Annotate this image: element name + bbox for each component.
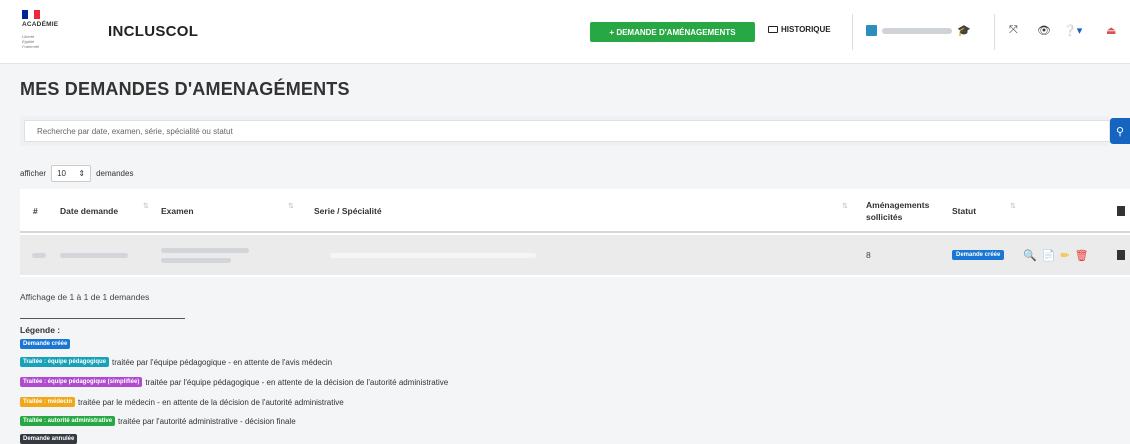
help-menu-icon[interactable]: ❔▾: [1063, 24, 1082, 37]
chevron-updown-icon: ⇕: [78, 169, 86, 178]
visibility-icon[interactable]: 👁: [1037, 24, 1051, 37]
export-icon[interactable]: [1117, 250, 1125, 260]
new-request-button[interactable]: + DEMANDE D'AMÉNAGEMENTS: [590, 22, 755, 42]
length-prefix: afficher: [20, 169, 47, 178]
history-label: HISTORIQUE: [781, 25, 831, 34]
status-badge: Demande créée: [952, 250, 1005, 260]
col-header-exam[interactable]: Examen: [161, 189, 194, 233]
row-date-redacted: [60, 235, 128, 275]
col-header-amenagements-line2: sollicités: [866, 212, 903, 222]
trash-icon[interactable]: 🗑: [1075, 249, 1089, 262]
pdf-icon[interactable]: 📄: [1042, 249, 1056, 262]
search-button[interactable]: ⚲: [1110, 118, 1130, 144]
legend-item: Traitée : médecin traitée par le médecin…: [20, 397, 344, 407]
legend-badge: Demande annulée: [20, 434, 78, 444]
french-flag-icon: [22, 10, 40, 19]
legend-text: traitée par le médecin - en attente de l…: [78, 397, 344, 407]
edit-pencil-icon[interactable]: ✏: [1060, 249, 1069, 262]
legend-divider: [20, 318, 185, 319]
user-menu[interactable]: 🎓: [866, 24, 971, 37]
graduation-cap-icon: 🎓: [957, 25, 971, 37]
sort-icon[interactable]: ⇅: [288, 202, 294, 210]
logo-text: ACADÉMIE: [22, 21, 59, 28]
legend-title: Légende :: [20, 325, 61, 335]
table-info: Affichage de 1 à 1 de 1 demandes: [20, 292, 150, 302]
page-title: MES DEMANDES D'AMENAGÉMENTS: [20, 79, 350, 99]
user-name-redacted: [882, 27, 952, 34]
requests-table: # Date demande ⇅ Examen ⇅ Serie / Spécia…: [20, 189, 1130, 277]
row-status: Demande créée: [952, 235, 1005, 275]
legend-badge: Traitée : autorité administrative: [20, 416, 116, 426]
col-header-serie[interactable]: Serie / Spécialité: [314, 189, 382, 233]
header-divider: [852, 14, 853, 50]
row-exam-redacted: [161, 235, 249, 275]
export-icon[interactable]: [1117, 206, 1125, 216]
length-suffix: demandes: [96, 169, 134, 178]
row-serie-redacted: [330, 235, 536, 275]
legend-item: Traitée : équipe pédagogique traitée par…: [20, 357, 332, 367]
history-link[interactable]: HISTORIQUE: [768, 25, 831, 34]
search-bar: [20, 116, 1110, 146]
legend-item: Demande créée: [20, 339, 73, 349]
col-header-amenagements[interactable]: Aménagements sollicités: [866, 189, 929, 233]
sort-icon[interactable]: ⇅: [143, 202, 149, 210]
top-header: ACADÉMIE Liberté Égalité Fraternité INCL…: [0, 0, 1130, 64]
fullscreen-icon[interactable]: ⤧: [1009, 24, 1018, 37]
page-length-value: 10: [57, 169, 66, 178]
page-length-control: afficher 10 ⇕ demandes: [20, 165, 133, 182]
row-num-redacted: [32, 235, 46, 275]
legend-text: traitée par l'équipe pédagogique - en at…: [145, 377, 449, 387]
legend-item: Traitée : équipe pédagogique (simplifiée…: [20, 377, 448, 387]
legend-item: Traitée : autorité administrative traité…: [20, 416, 296, 426]
row-amenagements-count: 8: [866, 250, 871, 260]
col-header-date[interactable]: Date demande: [60, 189, 118, 233]
search-icon[interactable]: 🔍: [1023, 249, 1037, 262]
history-icon: [768, 26, 778, 33]
legend-text: traitée par l'équipe pédagogique - en at…: [112, 357, 333, 367]
legend-item: Demande annulée: [20, 434, 80, 444]
legend-text: traitée par l'autorité administrative - …: [118, 416, 296, 426]
col-header-num[interactable]: #: [33, 189, 38, 233]
legend-badge: Demande créée: [20, 339, 71, 349]
academie-logo[interactable]: ACADÉMIE Liberté Égalité Fraternité: [22, 10, 82, 56]
col-header-status[interactable]: Statut: [952, 189, 976, 233]
sort-icon[interactable]: ⇅: [1010, 202, 1016, 210]
sort-icon[interactable]: ⇅: [842, 202, 848, 210]
page-length-select[interactable]: 10 ⇕: [51, 165, 92, 182]
app-title: INCLUSCOL: [108, 23, 199, 40]
legend-badge: Traitée : équipe pédagogique: [20, 357, 110, 367]
user-avatar-icon: [866, 25, 877, 36]
header-divider: [994, 14, 995, 50]
legend-badge: Traitée : équipe pédagogique (simplifiée…: [20, 377, 143, 387]
search-icon: ⚲: [1115, 125, 1125, 138]
table-row[interactable]: 8 Demande créée 🔍 📄 ✏ 🗑: [20, 235, 1130, 275]
logout-icon[interactable]: ⏏: [1106, 24, 1116, 37]
col-header-amenagements-line1: Aménagements: [866, 200, 930, 210]
legend-badge: Traitée : médecin: [20, 397, 76, 407]
table-header: # Date demande ⇅ Examen ⇅ Serie / Spécia…: [20, 189, 1130, 233]
search-input[interactable]: [24, 120, 1110, 142]
logo-motto: Liberté Égalité Fraternité: [22, 34, 40, 49]
row-actions: 🔍 📄 ✏ 🗑: [1023, 235, 1089, 275]
